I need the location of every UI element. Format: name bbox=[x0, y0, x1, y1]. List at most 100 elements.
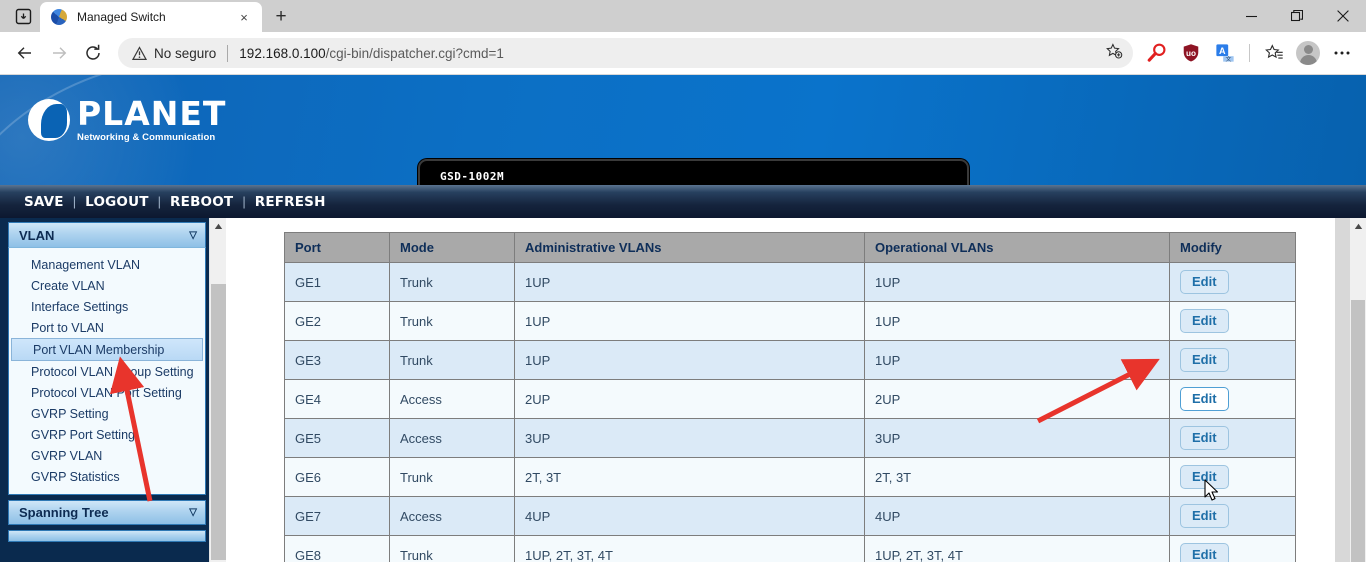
edit-button[interactable]: Edit bbox=[1180, 426, 1229, 450]
mouse-cursor bbox=[1204, 479, 1219, 501]
sidebar: VLAN ▽ Management VLAN Create VLAN Inter… bbox=[0, 218, 226, 562]
tab-close-icon[interactable]: × bbox=[234, 7, 254, 27]
add-favorite-star-icon[interactable] bbox=[1106, 43, 1123, 63]
cell-operational-vlans: 1UP bbox=[864, 262, 1170, 302]
sidebar-item-management-vlan[interactable]: Management VLAN bbox=[9, 254, 205, 275]
edit-button[interactable]: Edit bbox=[1180, 309, 1229, 333]
reload-button[interactable] bbox=[76, 36, 110, 70]
sidebar-section-header-spanning-tree[interactable]: Spanning Tree ▽ bbox=[8, 500, 206, 525]
page-scroll-thumb[interactable] bbox=[1351, 300, 1365, 562]
settings-more-icon[interactable] bbox=[1326, 37, 1358, 69]
url-text: 192.168.0.100/cgi-bin/dispatcher.cgi?cmd… bbox=[239, 46, 504, 61]
cell-modify: Edit bbox=[1169, 457, 1296, 497]
cell-administrative-vlans: 2T, 3T bbox=[514, 457, 865, 497]
cell-administrative-vlans: 1UP, 2T, 3T, 4T bbox=[514, 535, 865, 562]
reboot-link[interactable]: REBOOT bbox=[170, 194, 233, 210]
browser-tab[interactable]: Managed Switch × bbox=[40, 2, 262, 32]
edit-button[interactable]: Edit bbox=[1180, 387, 1229, 411]
sidebar-scrollbar[interactable] bbox=[209, 218, 226, 562]
edit-button[interactable]: Edit bbox=[1180, 543, 1229, 562]
device-panel: GSD-1002M 1 2 3 4 5 6 7 8 9 10 bbox=[418, 159, 969, 185]
cell-administrative-vlans: 2UP bbox=[514, 379, 865, 419]
sidebar-scroll-thumb[interactable] bbox=[211, 284, 226, 560]
scroll-gutter bbox=[1335, 218, 1350, 562]
sidebar-item-port-to-vlan[interactable]: Port to VLAN bbox=[9, 317, 205, 338]
cell-port: GE2 bbox=[284, 301, 390, 341]
sidebar-section-title: VLAN bbox=[19, 227, 55, 243]
column-header-mode: Mode bbox=[389, 232, 515, 263]
top-action-bar: SAVE | LOGOUT | REBOOT | REFRESH bbox=[0, 185, 1366, 218]
sidebar-section-title: Spanning Tree bbox=[19, 505, 109, 520]
table-row: GE7 Access 4UP 4UP Edit bbox=[284, 496, 1296, 536]
translate-icon[interactable]: A文 bbox=[1209, 37, 1241, 69]
brand-name: PLANET bbox=[77, 94, 227, 133]
cell-modify: Edit bbox=[1169, 496, 1296, 536]
extension-red-icon[interactable] bbox=[1141, 37, 1173, 69]
save-link[interactable]: SAVE bbox=[24, 194, 64, 210]
tab-favicon bbox=[51, 9, 67, 25]
logout-link[interactable]: LOGOUT bbox=[85, 194, 149, 210]
tab-strip: Managed Switch × + bbox=[0, 0, 1366, 32]
planet-logo-mark bbox=[28, 99, 70, 141]
cell-operational-vlans: 2T, 3T bbox=[864, 457, 1170, 497]
cell-operational-vlans: 1UP bbox=[864, 340, 1170, 380]
nav-separator: | bbox=[242, 194, 246, 209]
sidebar-item-gvrp-statistics[interactable]: GVRP Statistics bbox=[9, 466, 205, 487]
cell-mode: Trunk bbox=[389, 457, 515, 497]
scroll-up-arrow-icon[interactable] bbox=[1350, 218, 1366, 235]
address-bar[interactable]: No seguro 192.168.0.100/cgi-bin/dispatch… bbox=[118, 38, 1133, 68]
toolbar-separator bbox=[1249, 44, 1250, 62]
port-vlan-membership-table: Port Mode Administrative VLANs Operation… bbox=[284, 232, 1296, 562]
cell-modify: Edit bbox=[1169, 379, 1296, 419]
edit-button[interactable]: Edit bbox=[1180, 348, 1229, 372]
scroll-up-arrow-icon[interactable] bbox=[210, 218, 226, 235]
sidebar-item-gvrp-port-setting[interactable]: GVRP Port Setting bbox=[9, 424, 205, 445]
tab-actions-icon[interactable] bbox=[6, 1, 40, 31]
browser-toolbar: No seguro 192.168.0.100/cgi-bin/dispatch… bbox=[0, 32, 1366, 75]
refresh-link[interactable]: REFRESH bbox=[255, 194, 326, 210]
table-row: GE3 Trunk 1UP 1UP Edit bbox=[284, 340, 1296, 380]
chevron-down-icon: ▽ bbox=[189, 507, 197, 518]
sidebar-item-protocol-vlan-port-setting[interactable]: Protocol VLAN Port Setting bbox=[9, 382, 205, 403]
sidebar-section-items: Management VLAN Create VLAN Interface Se… bbox=[8, 247, 206, 495]
ublock-shield-icon[interactable]: uo bbox=[1175, 37, 1207, 69]
sidebar-item-interface-settings[interactable]: Interface Settings bbox=[9, 296, 205, 317]
svg-text:文: 文 bbox=[1226, 55, 1232, 63]
cell-port: GE5 bbox=[284, 418, 390, 458]
minimize-button[interactable] bbox=[1228, 0, 1274, 32]
brand-tagline: Networking & Communication bbox=[77, 132, 216, 143]
cell-port: GE4 bbox=[284, 379, 390, 419]
table-row: GE6 Trunk 2T, 3T 2T, 3T Edit bbox=[284, 457, 1296, 497]
new-tab-button[interactable]: + bbox=[267, 3, 295, 31]
sidebar-section-header-next[interactable] bbox=[8, 530, 206, 542]
profile-avatar[interactable] bbox=[1292, 37, 1324, 69]
sidebar-item-create-vlan[interactable]: Create VLAN bbox=[9, 275, 205, 296]
security-indicator[interactable]: No seguro bbox=[132, 46, 216, 61]
cell-port: GE7 bbox=[284, 496, 390, 536]
sidebar-item-port-vlan-membership[interactable]: Port VLAN Membership bbox=[11, 338, 203, 361]
window-controls bbox=[1228, 0, 1366, 32]
forward-button[interactable] bbox=[42, 36, 76, 70]
cell-modify: Edit bbox=[1169, 340, 1296, 380]
cell-mode: Trunk bbox=[389, 340, 515, 380]
table-row: GE8 Trunk 1UP, 2T, 3T, 4T 1UP, 2T, 3T, 4… bbox=[284, 535, 1296, 562]
sidebar-item-protocol-vlan-group-setting[interactable]: Protocol VLAN Group Setting bbox=[9, 361, 205, 382]
edit-button[interactable]: Edit bbox=[1180, 504, 1229, 528]
collections-icon[interactable] bbox=[1258, 37, 1290, 69]
close-window-button[interactable] bbox=[1320, 0, 1366, 32]
sidebar-section-header-vlan[interactable]: VLAN ▽ bbox=[8, 222, 206, 247]
sidebar-item-gvrp-vlan[interactable]: GVRP VLAN bbox=[9, 445, 205, 466]
cell-mode: Access bbox=[389, 496, 515, 536]
edit-button[interactable]: Edit bbox=[1180, 270, 1229, 294]
maximize-restore-button[interactable] bbox=[1274, 0, 1320, 32]
toolbar-extensions: uo A文 bbox=[1141, 37, 1358, 69]
cell-mode: Trunk bbox=[389, 301, 515, 341]
security-label: No seguro bbox=[154, 45, 217, 61]
table-row: GE4 Access 2UP 2UP Edit bbox=[284, 379, 1296, 419]
cell-mode: Trunk bbox=[389, 535, 515, 562]
sidebar-item-gvrp-setting[interactable]: GVRP Setting bbox=[9, 403, 205, 424]
table-header-row: Port Mode Administrative VLANs Operation… bbox=[284, 232, 1296, 263]
back-button[interactable] bbox=[8, 36, 42, 70]
sidebar-section-vlan: VLAN ▽ Management VLAN Create VLAN Inter… bbox=[8, 222, 206, 542]
page-scrollbar[interactable] bbox=[1350, 218, 1366, 562]
